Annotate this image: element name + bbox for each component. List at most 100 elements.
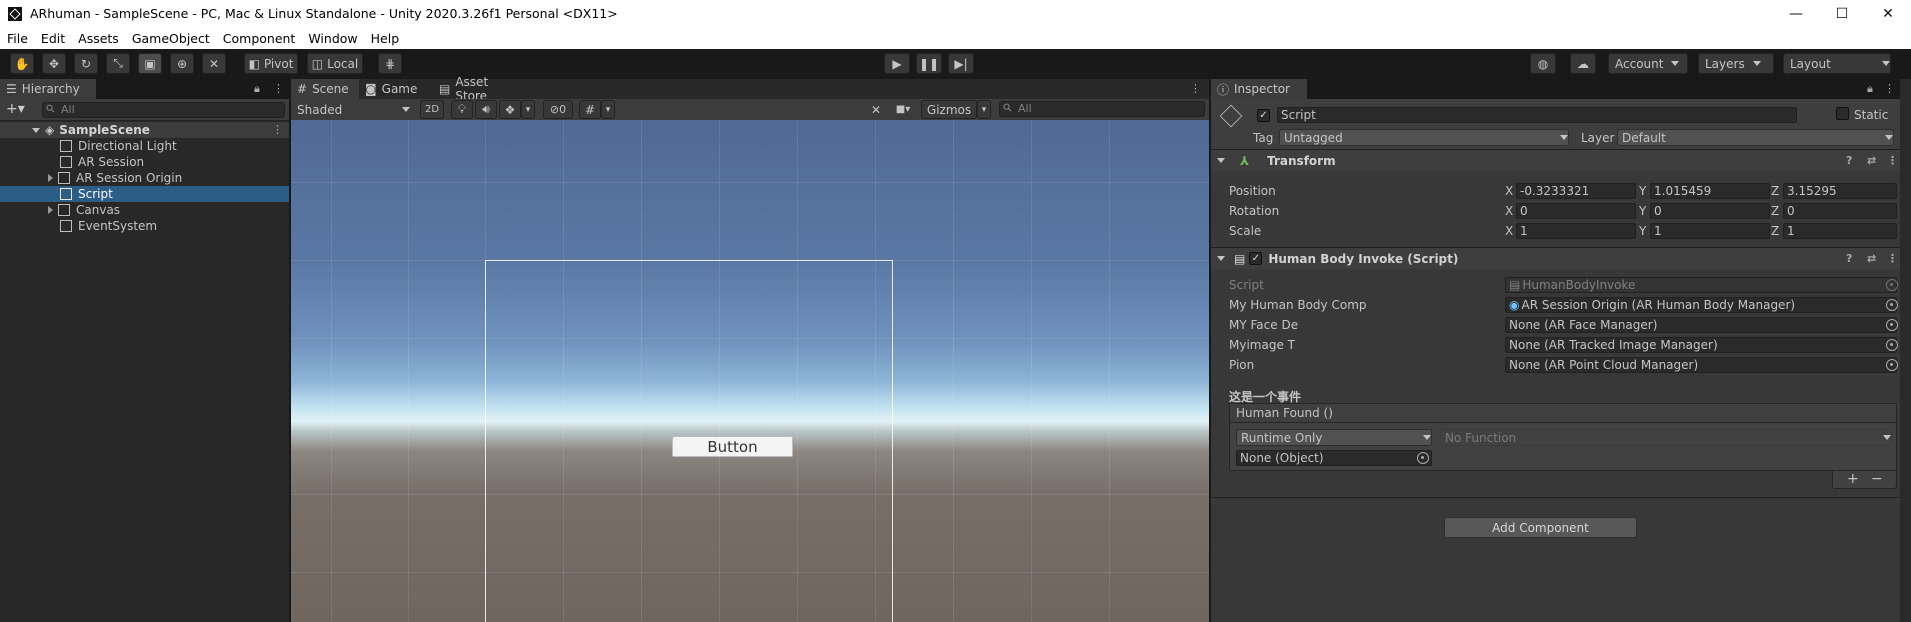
- component-enabled-checkbox[interactable]: ✓: [1249, 252, 1263, 265]
- add-listener-button[interactable]: +: [1847, 471, 1859, 487]
- create-plus-icon[interactable]: +▾: [6, 101, 25, 117]
- hand-tool-icon[interactable]: ✋: [10, 53, 34, 74]
- tag-dropdown[interactable]: Untagged: [1279, 129, 1569, 146]
- cloud-icon[interactable]: ☁: [1570, 53, 1596, 74]
- rotate-tool-icon[interactable]: ↻: [74, 53, 98, 74]
- account-dropdown[interactable]: Account: [1608, 53, 1688, 74]
- position-y-field[interactable]: 1.015459: [1650, 183, 1770, 199]
- menu-file[interactable]: File: [7, 31, 28, 46]
- grid-icon[interactable]: #: [579, 100, 601, 119]
- scene-row[interactable]: ◈ SampleScene ⋮: [0, 122, 289, 138]
- transform-header[interactable]: ⅄ Transform ? ⇄ ⋮: [1211, 149, 1900, 171]
- lighting-icon[interactable]: 💡︎: [451, 100, 473, 119]
- preset-icon[interactable]: ⇄: [1867, 154, 1876, 167]
- lock-icon[interactable]: 🔒︎: [1867, 82, 1873, 96]
- gizmos-button[interactable]: Gizmos: [921, 100, 977, 119]
- play-button[interactable]: ▶: [884, 53, 910, 74]
- menu-component[interactable]: Component: [223, 31, 296, 46]
- remove-listener-button[interactable]: −: [1871, 471, 1883, 487]
- tab-game[interactable]: ◙ Game: [359, 79, 433, 99]
- step-button[interactable]: ▶|: [948, 53, 974, 74]
- layer-dropdown[interactable]: Default: [1617, 129, 1894, 146]
- gizmos-dropdown-icon[interactable]: ▾: [977, 100, 991, 119]
- menu-edit[interactable]: Edit: [41, 31, 65, 46]
- add-component-button[interactable]: Add Component: [1444, 517, 1637, 538]
- hierarchy-item-directional-light[interactable]: Directional Light: [0, 138, 289, 154]
- layers-dropdown[interactable]: Layers: [1698, 53, 1774, 74]
- help-icon[interactable]: ?: [1846, 252, 1852, 265]
- hierarchy-item-script[interactable]: Script: [0, 186, 289, 202]
- lock-icon[interactable]: 🔒︎: [254, 82, 260, 96]
- expand-arrow-icon[interactable]: [48, 206, 53, 214]
- maximize-icon[interactable]: ☐: [1819, 0, 1865, 27]
- scene-ui-button[interactable]: Button: [672, 436, 793, 457]
- grid-snap-icon[interactable]: ⋕: [378, 53, 402, 74]
- my-face-de-field[interactable]: None (AR Face Manager): [1505, 317, 1897, 333]
- transform-tool-icon[interactable]: ⊕: [170, 53, 194, 74]
- human-body-invoke-header[interactable]: ▤ ✓ Human Body Invoke (Script) ? ⇄ ⋮: [1211, 247, 1900, 269]
- pause-button[interactable]: ❚❚: [916, 53, 942, 74]
- function-dropdown[interactable]: No Function: [1440, 429, 1892, 446]
- rotation-z-field[interactable]: 0: [1783, 203, 1897, 219]
- menu-window[interactable]: Window: [308, 31, 357, 46]
- pivot-toggle[interactable]: ◧ Pivot: [244, 53, 298, 74]
- pion-field[interactable]: None (AR Point Cloud Manager): [1505, 357, 1897, 373]
- effects-icon[interactable]: ❖: [499, 100, 521, 119]
- scale-x-field[interactable]: 1: [1516, 223, 1636, 239]
- scale-z-field[interactable]: 1: [1783, 223, 1897, 239]
- expand-arrow-icon[interactable]: [48, 174, 53, 182]
- object-picker-icon[interactable]: [1886, 319, 1898, 331]
- help-icon[interactable]: ?: [1846, 154, 1852, 167]
- hierarchy-item-eventsystem[interactable]: EventSystem: [0, 218, 289, 234]
- effects-dropdown-icon[interactable]: ▾: [521, 100, 535, 119]
- preset-icon[interactable]: ⇄: [1867, 252, 1876, 265]
- menu-assets[interactable]: Assets: [78, 31, 119, 46]
- tab-hierarchy[interactable]: ☰ Hierarchy: [0, 79, 96, 99]
- event-target-object-field[interactable]: None (Object): [1236, 450, 1432, 466]
- collab-icon[interactable]: ◍: [1530, 53, 1556, 74]
- local-toggle[interactable]: ◫ Local: [307, 53, 363, 74]
- scale-tool-icon[interactable]: ⤡: [106, 53, 130, 74]
- rotation-x-field[interactable]: 0: [1516, 203, 1636, 219]
- myimage-t-field[interactable]: None (AR Tracked Image Manager): [1505, 337, 1897, 353]
- rotation-y-field[interactable]: 0: [1650, 203, 1770, 219]
- object-picker-icon[interactable]: [1886, 359, 1898, 371]
- kebab-menu-icon[interactable]: ⋮: [273, 82, 284, 95]
- inspector-scrollbar[interactable]: [1900, 79, 1911, 622]
- tools-icon[interactable]: ✕: [865, 100, 887, 119]
- scene-kebab-icon[interactable]: ⋮: [1190, 82, 1201, 95]
- collapse-arrow-icon[interactable]: [1217, 256, 1225, 261]
- object-name-field[interactable]: Script: [1277, 107, 1797, 123]
- camera-icon[interactable]: ■▾: [889, 100, 917, 119]
- hierarchy-search-input[interactable]: All: [42, 102, 285, 118]
- object-picker-icon[interactable]: [1417, 452, 1429, 464]
- tab-scene[interactable]: # Scene: [291, 79, 359, 99]
- tab-asset-store[interactable]: ▤ Asset Store: [433, 75, 529, 103]
- object-picker-icon[interactable]: [1886, 339, 1898, 351]
- object-picker-icon[interactable]: [1886, 299, 1898, 311]
- expand-arrow-icon[interactable]: [32, 127, 40, 133]
- audio-icon[interactable]: 🔊︎: [475, 100, 497, 119]
- close-icon[interactable]: ✕: [1865, 0, 1911, 27]
- custom-tool-icon[interactable]: ✕: [202, 53, 226, 74]
- grid-dropdown-icon[interactable]: ▾: [601, 100, 615, 119]
- collapse-arrow-icon[interactable]: [1217, 158, 1225, 163]
- minimize-icon[interactable]: —: [1773, 0, 1819, 27]
- shading-dropdown[interactable]: Shaded: [293, 100, 411, 119]
- scene-viewport[interactable]: Button: [291, 120, 1209, 622]
- menu-help[interactable]: Help: [371, 31, 400, 46]
- kebab-menu-icon[interactable]: ⋮: [1884, 82, 1895, 95]
- scene-menu-icon[interactable]: ⋮: [272, 123, 283, 136]
- component-menu-icon[interactable]: ⋮: [1887, 154, 1898, 167]
- position-x-field[interactable]: -0.3233321: [1516, 183, 1636, 199]
- scale-y-field[interactable]: 1: [1650, 223, 1770, 239]
- 2d-toggle[interactable]: 2D: [420, 100, 444, 119]
- hierarchy-item-ar-session[interactable]: AR Session: [0, 154, 289, 170]
- rect-tool-icon[interactable]: ▣: [138, 53, 162, 74]
- position-z-field[interactable]: 3.15295: [1783, 183, 1897, 199]
- component-menu-icon[interactable]: ⋮: [1887, 252, 1898, 265]
- tab-inspector[interactable]: ⓘ Inspector: [1211, 79, 1307, 99]
- hidden-objects-toggle[interactable]: ⊘ 0: [543, 100, 573, 119]
- hierarchy-item-ar-session-origin[interactable]: AR Session Origin: [0, 170, 289, 186]
- active-checkbox[interactable]: ✓: [1257, 107, 1270, 122]
